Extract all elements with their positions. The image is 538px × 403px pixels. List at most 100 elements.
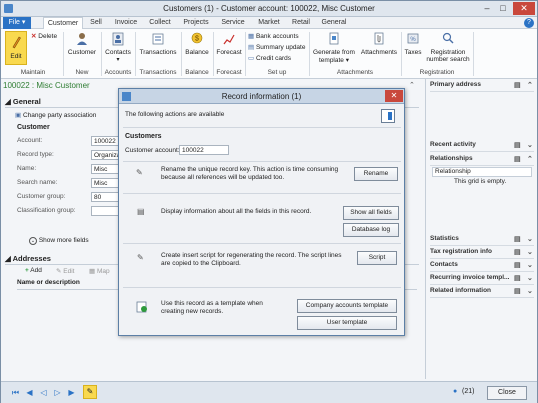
rename-icon: ✎ bbox=[136, 168, 143, 177]
search-name-field[interactable]: Misc Customer bbox=[91, 178, 119, 188]
factbox-menu-icon[interactable]: ▤ bbox=[514, 235, 521, 243]
name-field[interactable]: Misc Customer bbox=[91, 164, 119, 174]
factbox-pane: Primary address ▤ ⌃ Recent activity ▤ ⌄ … bbox=[425, 79, 537, 379]
edit-button[interactable]: Edit bbox=[5, 31, 27, 65]
factbox-statistics[interactable]: Statistics ▤ ⌄ bbox=[430, 235, 534, 246]
edit-mode-icon[interactable]: ✎ bbox=[83, 385, 97, 399]
tab-projects[interactable]: Projects bbox=[179, 17, 213, 29]
script-button[interactable]: Script bbox=[357, 251, 397, 265]
bank-accounts-button[interactable]: ▦ Bank accounts bbox=[248, 32, 308, 40]
edit-address-button[interactable]: ✎ Edit bbox=[56, 267, 74, 275]
status-bar: ⏮ ◀ ◁ ▷ ▶ ✎ ● (21) Close bbox=[1, 381, 537, 403]
help-icon[interactable]: ? bbox=[524, 18, 534, 28]
relationship-column-header[interactable]: Relationship bbox=[432, 167, 532, 177]
expand-circle-icon: ⌄ bbox=[29, 237, 37, 245]
group-setup-label: Set up bbox=[267, 69, 287, 76]
transactions-button[interactable]: Transactions bbox=[137, 32, 179, 56]
company-accounts-template-button[interactable]: Company accounts template bbox=[297, 299, 397, 313]
classification-group-field[interactable] bbox=[91, 206, 119, 216]
factbox-menu-icon[interactable]: ▤ bbox=[514, 287, 521, 295]
first-record-icon[interactable]: ⏮ bbox=[11, 388, 20, 397]
credit-cards-button[interactable]: ▭ Credit cards bbox=[248, 54, 308, 62]
customers-section-title: Customers bbox=[125, 133, 162, 140]
tab-customer[interactable]: Customer bbox=[43, 17, 83, 29]
template-description: Use this record as a template when creat… bbox=[161, 300, 263, 315]
info-document-icon bbox=[381, 109, 395, 123]
rename-button[interactable]: Rename bbox=[354, 167, 398, 181]
factbox-menu-icon[interactable]: ▤ bbox=[514, 248, 521, 256]
factbox-menu-icon[interactable]: ▤ bbox=[514, 141, 521, 149]
balance-button[interactable]: $ Balance bbox=[183, 32, 211, 56]
tab-collect[interactable]: Collect bbox=[145, 17, 175, 29]
dialog-title-bar: Record information (1) ✕ bbox=[119, 89, 404, 104]
close-button[interactable]: Close bbox=[487, 386, 527, 400]
tab-retail[interactable]: Retail bbox=[288, 17, 314, 29]
previous-page-icon[interactable]: ◀ bbox=[25, 388, 34, 397]
factbox-menu-icon[interactable]: ▤ bbox=[514, 274, 521, 282]
attachments-button[interactable]: Attachments bbox=[359, 32, 399, 56]
tab-market[interactable]: Market bbox=[253, 17, 285, 29]
next-record-icon[interactable]: ▷ bbox=[53, 388, 62, 397]
factbox-related-information[interactable]: Related information ▤ ⌄ bbox=[430, 287, 534, 298]
user-template-button[interactable]: User template bbox=[297, 316, 397, 330]
dialog-intro: The following actions are available bbox=[125, 111, 225, 118]
factbox-tax-registration[interactable]: Tax registration info ▤ ⌄ bbox=[430, 248, 534, 259]
maximize-icon[interactable]: □ bbox=[495, 2, 511, 15]
tab-sell[interactable]: Sell bbox=[85, 17, 107, 29]
tab-invoice[interactable]: Invoice bbox=[111, 17, 141, 29]
notification-icon[interactable]: ● bbox=[453, 388, 457, 395]
factbox-recent-activity[interactable]: Recent activity ▤ ⌄ bbox=[430, 141, 534, 152]
chevron-up-icon[interactable]: ⌃ bbox=[527, 155, 533, 163]
contacts-button[interactable]: Contacts ▾ bbox=[103, 32, 133, 63]
factbox-contacts[interactable]: Contacts ▤ ⌄ bbox=[430, 261, 534, 272]
tab-service[interactable]: Service bbox=[217, 17, 249, 29]
customer-group-label: Customer group: bbox=[17, 193, 66, 200]
chevron-down-icon[interactable]: ⌄ bbox=[527, 248, 533, 256]
minimize-icon[interactable]: – bbox=[479, 2, 495, 15]
customer-account-field[interactable]: 100022 bbox=[179, 145, 229, 155]
tab-general[interactable]: General bbox=[318, 17, 350, 29]
chevron-up-icon[interactable]: ⌃ bbox=[527, 81, 533, 89]
contacts-icon bbox=[112, 32, 124, 46]
registration-number-search-button[interactable]: Registration number search bbox=[425, 32, 471, 63]
chevron-down-icon[interactable]: ⌄ bbox=[527, 141, 533, 149]
factbox-relationships[interactable]: Relationships ▤ ⌃ bbox=[430, 155, 534, 166]
factbox-menu-icon[interactable]: ▤ bbox=[514, 261, 521, 269]
change-party-association-button[interactable]: ▣ Change party association bbox=[15, 111, 96, 119]
taxes-button[interactable]: % Taxes bbox=[403, 32, 423, 56]
close-window-icon[interactable]: ✕ bbox=[513, 2, 535, 15]
delete-button[interactable]: ✕ Delete bbox=[31, 32, 61, 40]
name-or-description-column[interactable]: Name or description bbox=[17, 279, 80, 286]
show-all-fields-button[interactable]: Show all fields bbox=[343, 206, 399, 220]
summary-update-button[interactable]: ▤ Summary update bbox=[248, 43, 308, 51]
chevron-down-icon[interactable]: ⌄ bbox=[527, 274, 533, 282]
factbox-recurring-invoice[interactable]: Recurring invoice templ... ▤ ⌄ bbox=[430, 274, 534, 285]
factbox-menu-icon[interactable]: ▤ bbox=[514, 155, 521, 163]
window-title: Customers (1) - Customer account: 100022… bbox=[163, 4, 375, 13]
group-forecast-label: Forecast bbox=[216, 69, 242, 76]
close-dialog-icon[interactable]: ✕ bbox=[385, 90, 403, 102]
chevron-down-icon[interactable]: ⌄ bbox=[527, 287, 533, 295]
chevron-down-icon[interactable]: ⌄ bbox=[527, 261, 533, 269]
record-type-field[interactable]: Organization bbox=[91, 150, 119, 160]
factbox-primary-address[interactable]: Primary address ▤ ⌃ bbox=[430, 81, 534, 92]
generate-from-template-button[interactable]: Generate from template ▾ bbox=[311, 32, 357, 64]
chevron-down-icon[interactable]: ⌄ bbox=[527, 235, 533, 243]
summary-icon: ▤ bbox=[248, 44, 255, 51]
factbox-menu-icon[interactable]: ▤ bbox=[514, 81, 521, 89]
database-log-button[interactable]: Database log bbox=[343, 223, 399, 237]
tab-file[interactable]: File ▾ bbox=[3, 17, 31, 29]
collapse-header-icon[interactable]: ⌃ bbox=[409, 81, 415, 89]
add-address-button[interactable]: + Add bbox=[25, 267, 42, 274]
next-page-icon[interactable]: ▶ bbox=[67, 388, 76, 397]
forecast-button[interactable]: Forecast bbox=[215, 32, 243, 56]
bank-icon: ▦ bbox=[248, 33, 255, 40]
new-customer-button[interactable]: Customer bbox=[65, 32, 99, 56]
customer-account-label: Customer account: bbox=[125, 147, 180, 154]
account-field[interactable]: 100022 bbox=[91, 136, 119, 146]
map-button[interactable]: ▦ Map bbox=[89, 267, 110, 275]
previous-record-icon[interactable]: ◁ bbox=[39, 388, 48, 397]
customer-group-field[interactable]: 80 bbox=[91, 192, 119, 202]
show-more-fields-link[interactable]: ⌄ Show more fields bbox=[29, 237, 89, 245]
rename-description: Rename the unique record key. This actio… bbox=[161, 166, 339, 181]
